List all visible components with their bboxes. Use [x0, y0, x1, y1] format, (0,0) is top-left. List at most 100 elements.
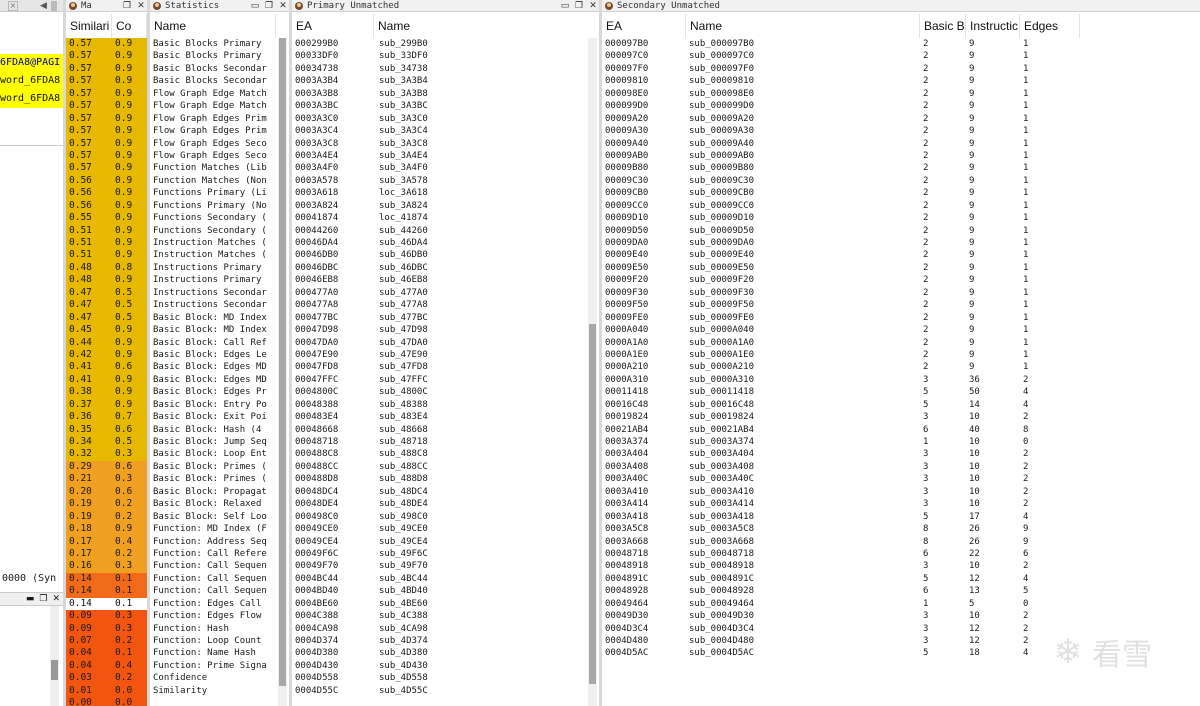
table-row[interactable]: 000477A0 sub_477A0	[292, 287, 587, 299]
code-line[interactable]: 6FDA8@PAGI	[0, 54, 63, 72]
table-row[interactable]: Basic Block: Self Loo	[150, 511, 277, 523]
primary-scrollbar[interactable]	[588, 38, 597, 706]
table-row[interactable]: 0.03 0.2	[66, 672, 147, 685]
pin-icon[interactable]: ▭	[559, 0, 571, 11]
table-row[interactable]: 0.41 0.9	[66, 373, 147, 387]
close-icon[interactable]: ✕	[277, 0, 289, 11]
table-row[interactable]: 000097B0 sub_000097B0 2 9 1	[602, 38, 1200, 50]
table-row[interactable]: 00049F6C sub_49F6C	[292, 548, 587, 560]
col-basic-blocks[interactable]: Basic Bl	[920, 14, 966, 38]
left-scrollbar[interactable]	[50, 606, 59, 706]
col-name[interactable]: Name	[150, 14, 276, 38]
table-row[interactable]: 0004BD40 sub_4BD40	[292, 585, 587, 597]
table-row[interactable]: 00047D98 sub_47D98	[292, 324, 587, 336]
table-row[interactable]: Basic Block: Edges MD	[150, 374, 277, 386]
table-row[interactable]: 0.21 0.3	[66, 473, 147, 486]
table-row[interactable]: 0.57 0.9	[66, 87, 147, 101]
table-row[interactable]: 0.17 0.2	[66, 547, 147, 561]
table-row[interactable]: 0.32 0.3	[66, 448, 147, 461]
table-row[interactable]: Instructions Primary	[150, 274, 277, 286]
table-row[interactable]: 0.09 0.3	[66, 622, 147, 635]
table-row[interactable]: 00009C30 sub_00009C30 2 9 1	[602, 175, 1200, 187]
table-row[interactable]: 0004800C sub_4800C	[292, 386, 587, 398]
table-row[interactable]: Function: Name Hash	[150, 647, 277, 659]
table-row[interactable]: 00049CE0 sub_49CE0	[292, 523, 587, 535]
table-row[interactable]: 00009A40 sub_00009A40 2 9 1	[602, 138, 1200, 150]
table-row[interactable]: Basic Block: Edges Pr	[150, 386, 277, 398]
table-row[interactable]: Flow Graph Edges Prim	[150, 125, 277, 137]
table-row[interactable]: 0.17 0.4	[66, 535, 147, 548]
table-row[interactable]: 000488C8 sub_488C8	[292, 448, 587, 460]
table-row[interactable]: 00009E40 sub_00009E40 2 9 1	[602, 249, 1200, 261]
table-row[interactable]: 0004D3C4 sub_0004D3C4 3 12 2	[602, 623, 1200, 635]
table-row[interactable]: 00049D30 sub_00049D30 3 10 2	[602, 610, 1200, 622]
table-row[interactable]: 0.19 0.2	[66, 498, 147, 511]
table-row[interactable]: 00009D10 sub_00009D10 2 9 1	[602, 212, 1200, 224]
table-row[interactable]: Flow Graph Edges Prim	[150, 113, 277, 125]
table-row[interactable]: 0.37 0.9	[66, 398, 147, 412]
col-ea[interactable]: EA	[602, 14, 686, 38]
table-row[interactable]: 00021AB4 sub_00021AB4 6 40 8	[602, 424, 1200, 436]
table-row[interactable]: 00047DA0 sub_47DA0	[292, 337, 587, 349]
table-row[interactable]: 0.48 0.8	[66, 261, 147, 275]
table-row[interactable]: 0003A4E4 sub_3A4E4	[292, 150, 587, 162]
table-row[interactable]: 00009D50 sub_00009D50 2 9 1	[602, 225, 1200, 237]
table-row[interactable]: 0004BC44 sub_4BC44	[292, 573, 587, 585]
table-row[interactable]: Instruction Matches (	[150, 237, 277, 249]
table-row[interactable]: 00009F50 sub_00009F50 2 9 1	[602, 299, 1200, 311]
table-row[interactable]: 00034738 sub_34738	[292, 63, 587, 75]
table-row[interactable]: 00048718 sub_48718	[292, 436, 587, 448]
table-row[interactable]: 00019824 sub_00019824 3 10 2	[602, 411, 1200, 423]
table-row[interactable]: 00044260 sub_44260	[292, 225, 587, 237]
table-row[interactable]: 0.57 0.9	[66, 162, 147, 175]
table-row[interactable]: 0.14 0.1	[66, 585, 147, 598]
table-row[interactable]: 0.29 0.6	[66, 460, 147, 474]
table-row[interactable]: 0.56 0.9	[66, 187, 147, 200]
table-row[interactable]: Basic Block: Loop Ent	[150, 448, 277, 460]
nav-left-icon[interactable]: ◀	[40, 1, 47, 11]
table-row[interactable]: 0.04 0.1	[66, 647, 147, 660]
table-row[interactable]: 00049464 sub_00049464 1 5 0	[602, 598, 1200, 610]
table-row[interactable]: 00048668 sub_48668	[292, 424, 587, 436]
table-row[interactable]: 0.00 0.0	[66, 697, 147, 706]
table-row[interactable]: 0.57 0.9	[66, 137, 147, 150]
table-row[interactable]: 00046DB0 sub_46DB0	[292, 249, 587, 261]
table-row[interactable]: 0003A4F0 sub_3A4F0	[292, 162, 587, 174]
table-row[interactable]: Functions Primary (Li	[150, 187, 277, 199]
table-row[interactable]: 0.57 0.9	[66, 149, 147, 163]
table-row[interactable]: 0003A418 sub_0003A418 5 17 4	[602, 511, 1200, 523]
table-row[interactable]: Instructions Primary	[150, 262, 277, 274]
table-row[interactable]: 0.01 0.0	[66, 684, 147, 698]
table-row[interactable]: 0.18 0.9	[66, 523, 147, 536]
table-row[interactable]: 000099D0 sub_000099D0 2 9 1	[602, 100, 1200, 112]
table-row[interactable]: 00048718 sub_00048718 6 22 6	[602, 548, 1200, 560]
close-icon[interactable]: ✕	[135, 0, 147, 11]
table-row[interactable]: 0.36 0.7	[66, 411, 147, 424]
table-row[interactable]: 0.09 0.3	[66, 610, 147, 623]
table-row[interactable]: 0.57 0.9	[66, 50, 147, 63]
table-row[interactable]: 0004D558 sub_4D558	[292, 672, 587, 684]
table-row[interactable]: 0004891C sub_0004891C 5 12 4	[602, 573, 1200, 585]
col-instructions[interactable]: Instructic	[966, 14, 1020, 38]
table-row[interactable]: 00009B80 sub_00009B80 2 9 1	[602, 162, 1200, 174]
table-row[interactable]: Basic Block: Edges MD	[150, 361, 277, 373]
table-row[interactable]: Flow Graph Edges Seco	[150, 150, 277, 162]
table-row[interactable]: Functions Primary (No	[150, 200, 277, 212]
close-icon[interactable]: ×	[8, 0, 18, 11]
table-row[interactable]: Functions Secondary (	[150, 212, 277, 224]
table-row[interactable]: Basic Block: Exit Poi	[150, 411, 277, 423]
table-row[interactable]: 0.47 0.5	[66, 311, 147, 325]
table-row[interactable]: 00048918 sub_00048918 3 10 2	[602, 560, 1200, 572]
table-row[interactable]: 0003A374 sub_0003A374 1 10 0	[602, 436, 1200, 448]
table-row[interactable]: Function: Hash	[150, 623, 277, 635]
table-row[interactable]: 00009DA0 sub_00009DA0 2 9 1	[602, 237, 1200, 249]
table-row[interactable]: 0000A1A0 sub_0000A1A0 2 9 1	[602, 337, 1200, 349]
table-row[interactable]: 000097C0 sub_000097C0 2 9 1	[602, 50, 1200, 62]
table-row[interactable]: 0000A040 sub_0000A040 2 9 1	[602, 324, 1200, 336]
table-row[interactable]: Basic Block: Edges Le	[150, 349, 277, 361]
table-row[interactable]: 0004D55C sub_4D55C	[292, 685, 587, 697]
table-row[interactable]: Basic Block: Hash (4	[150, 424, 277, 436]
table-row[interactable]: Function: Call Sequen	[150, 573, 277, 585]
table-row[interactable]: 00047FD8 sub_47FD8	[292, 361, 587, 373]
table-row[interactable]: 0003A3B8 sub_3A3B8	[292, 88, 587, 100]
